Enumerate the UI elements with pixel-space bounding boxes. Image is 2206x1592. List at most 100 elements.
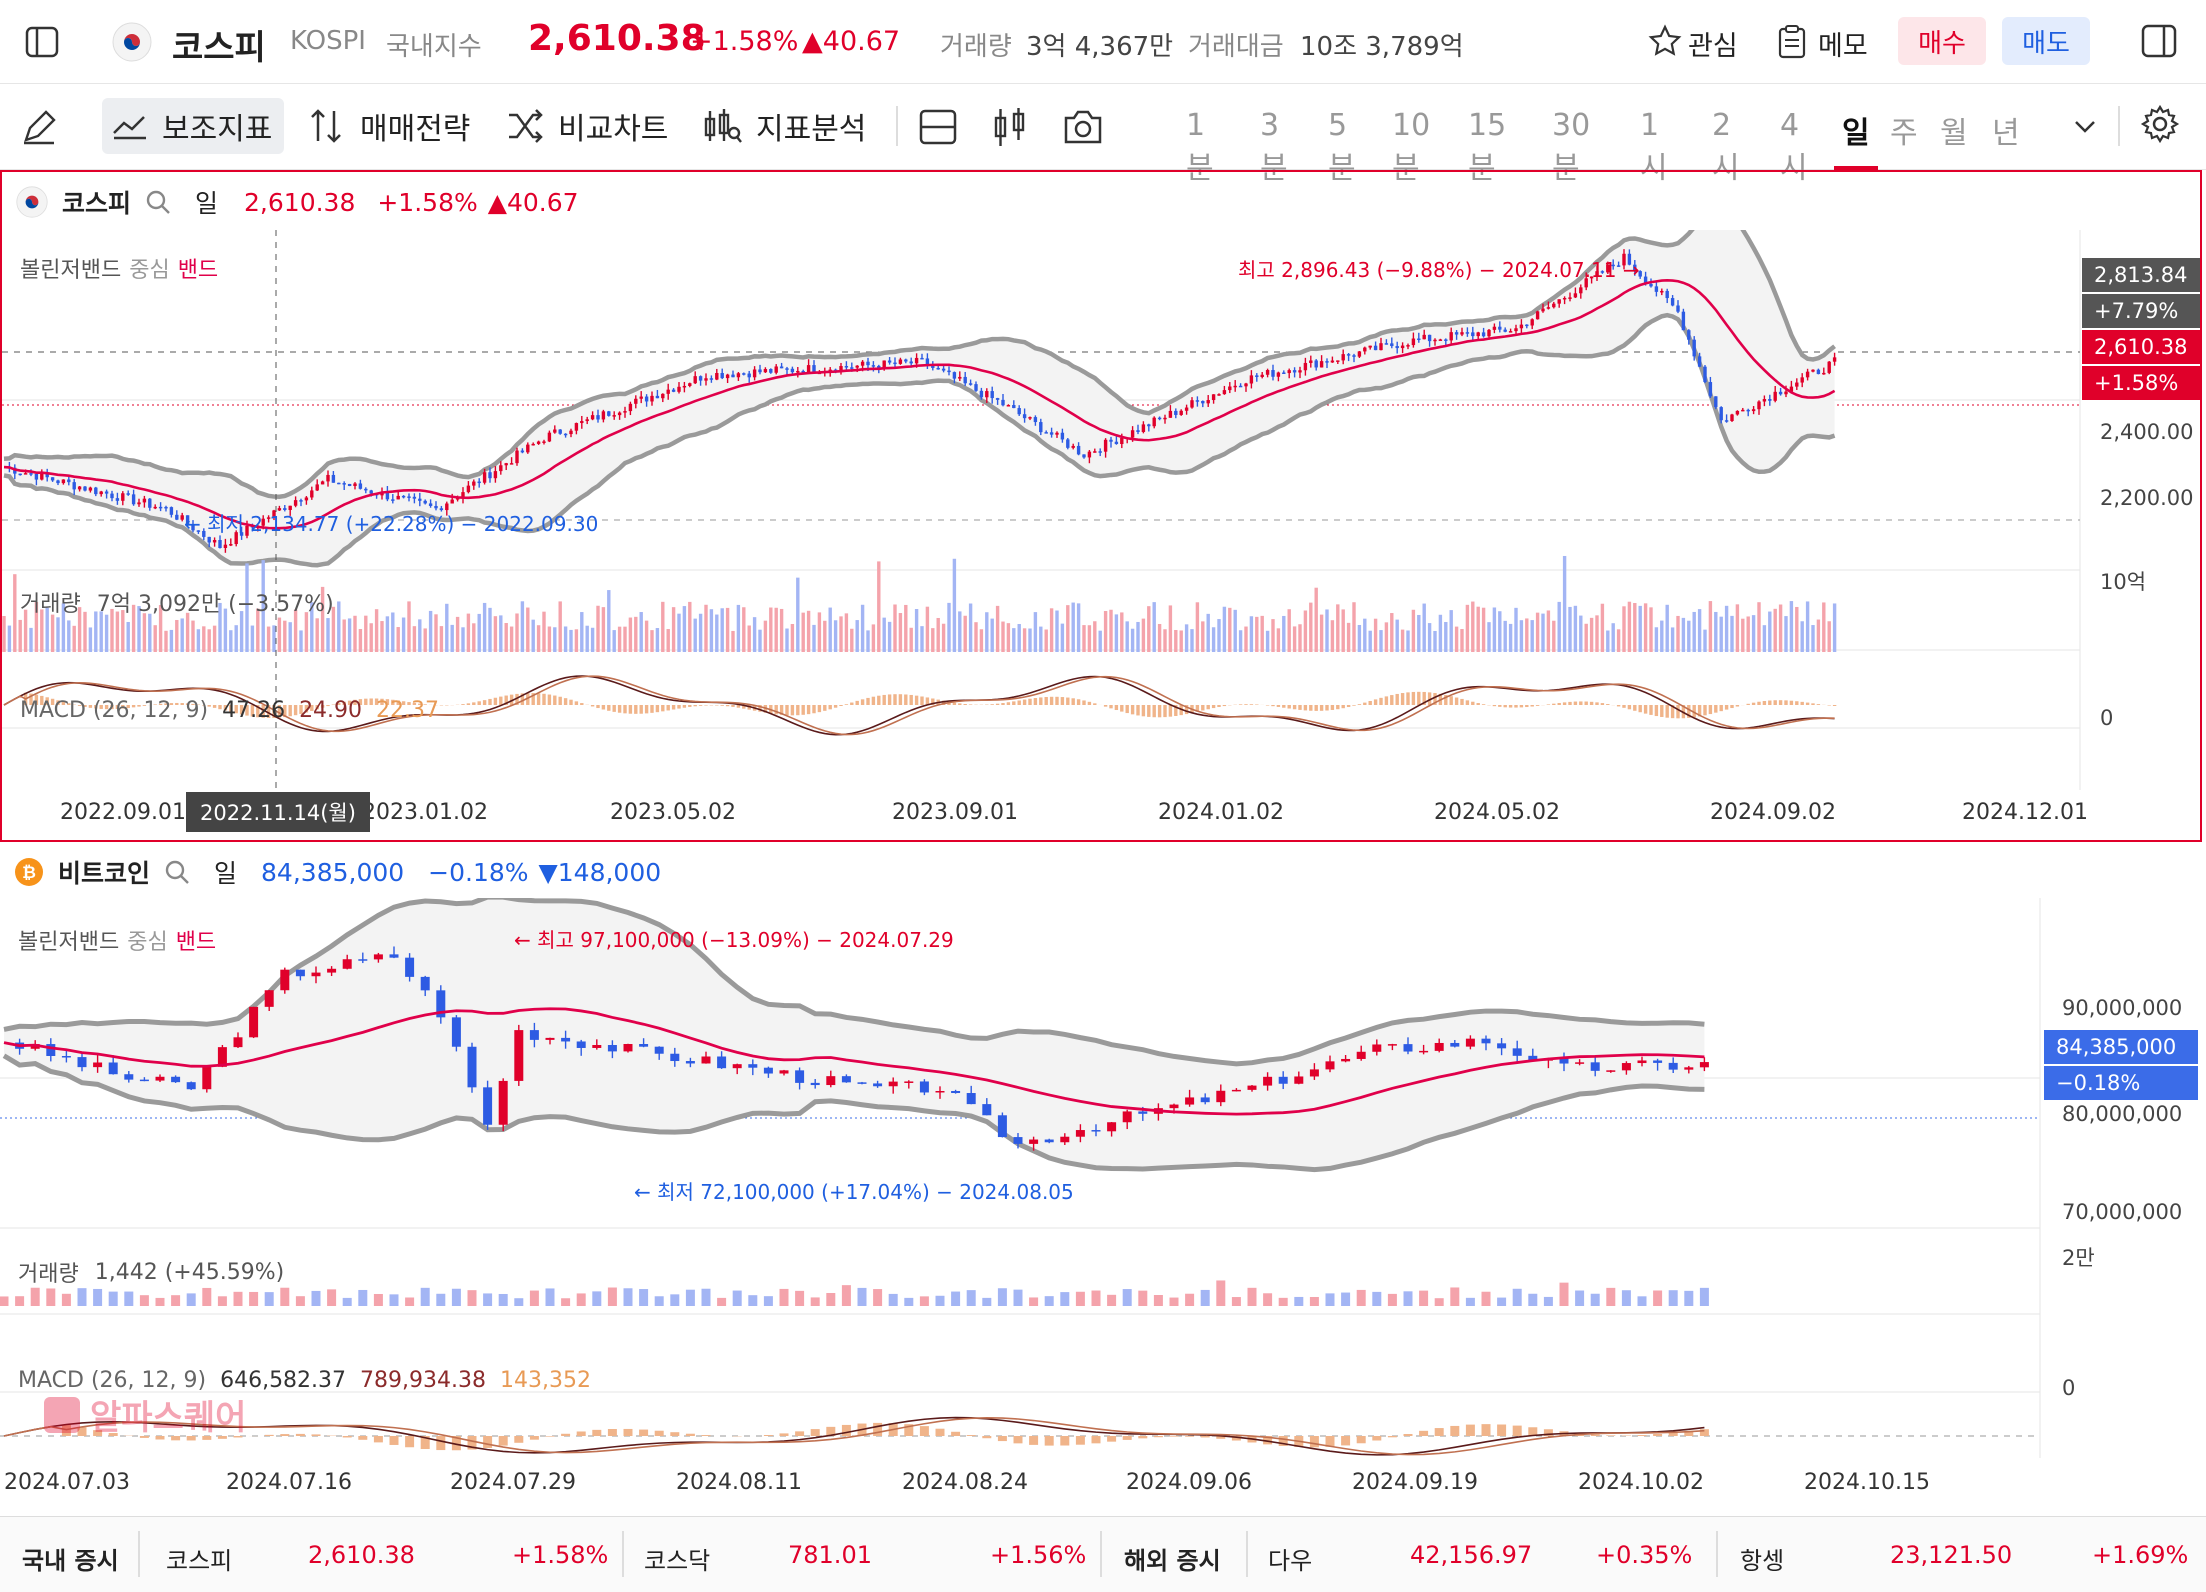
kospi-period[interactable]: 일	[195, 184, 218, 220]
btc-panel-header: ₿ 비트코인 일 84,385,000 −0.18% ▼148,000	[14, 854, 661, 890]
candle-body	[1109, 439, 1113, 442]
macd-histogram-bar	[1055, 696, 1059, 705]
macd-histogram-bar	[1492, 705, 1497, 707]
macd-histogram-bar	[601, 705, 606, 710]
volume-bar	[607, 590, 611, 652]
search-icon[interactable]	[164, 859, 190, 885]
candle-body	[1417, 338, 1421, 341]
gear-icon[interactable]	[2140, 104, 2180, 144]
volume-bar	[1637, 1296, 1647, 1306]
btc-last-value: 84,385,000	[2044, 1030, 2198, 1064]
buy-button[interactable]: 매수	[1898, 17, 1986, 65]
candle-body	[515, 450, 519, 464]
btc-chart-panel[interactable]: ₿ 비트코인 일 84,385,000 −0.18% ▼148,000 볼린저밴…	[0, 846, 2206, 1516]
kospi-chart-panel[interactable]: 코스피 일 2,610.38 +1.58% ▲40.67 볼린저밴드 중심 밴드…	[0, 170, 2202, 842]
tab-timeframe[interactable]: 일	[1834, 108, 1878, 170]
btc-period[interactable]: 일	[214, 854, 237, 890]
macd-histogram-bar	[736, 705, 741, 708]
volume-bar	[558, 601, 562, 652]
volume-bar	[342, 619, 346, 652]
macd-histogram-bar	[844, 704, 849, 705]
macd-histogram-bar	[1087, 701, 1092, 705]
volume-bar	[1708, 601, 1713, 652]
tab-timeframe[interactable]: 주	[1890, 108, 1918, 152]
candle-body	[18, 473, 22, 476]
macd-histogram-bar	[1730, 705, 1734, 709]
kosdaq-ticker-name[interactable]: 코스닥	[644, 1541, 710, 1576]
macd-histogram-bar	[1044, 1436, 1054, 1446]
candle-body	[472, 481, 476, 486]
candle-body	[34, 473, 39, 480]
volume-bar	[839, 616, 843, 652]
macd-histogram-bar	[1400, 693, 1405, 705]
macd-histogram-bar	[871, 696, 876, 705]
kospi-ticker-name[interactable]: 코스피	[166, 1541, 232, 1576]
compare-button[interactable]: 비교차트	[506, 98, 668, 154]
macd-histogram-bar	[1735, 705, 1740, 707]
volume-bar	[1390, 613, 1394, 652]
volume-bar	[1071, 602, 1075, 652]
date-tick-label: 2024.08.24	[902, 1470, 1028, 1495]
volume-bar	[46, 1288, 56, 1306]
candlestick-icon[interactable]	[992, 106, 1028, 148]
tab-timeframe[interactable]: 월	[1940, 108, 1968, 152]
candle-body	[1579, 287, 1583, 294]
kospi-axis-label: 2,400.00	[2100, 420, 2194, 444]
sell-button[interactable]: 매도	[2002, 17, 2090, 65]
candle-body	[1450, 1042, 1460, 1047]
volume-bar	[888, 1293, 898, 1306]
chevron-down-icon[interactable]	[2072, 114, 2098, 138]
dow-ticker-name[interactable]: 다우	[1268, 1541, 1312, 1576]
volume-bar	[1400, 629, 1405, 652]
candle-body	[717, 1056, 727, 1069]
star-icon[interactable]	[1648, 24, 1682, 58]
candle-body	[131, 494, 136, 505]
candle-body	[596, 415, 600, 420]
volume-bar	[30, 1287, 40, 1306]
memo-button[interactable]: 메모	[1818, 24, 1868, 63]
candle-body	[1103, 439, 1108, 452]
volume-bar	[871, 624, 876, 652]
btc-chart-canvas[interactable]	[0, 898, 2206, 1508]
btc-bb-label: 볼린저밴드	[18, 930, 120, 955]
candle-body	[299, 500, 303, 502]
macd-histogram-bar	[682, 705, 687, 708]
macd-histogram-bar	[1649, 705, 1653, 715]
volume-bar	[504, 623, 508, 652]
analysis-button[interactable]: 지표분석	[702, 98, 866, 154]
camera-icon[interactable]	[1062, 108, 1104, 146]
volume-bar	[1552, 620, 1556, 652]
search-icon[interactable]	[145, 189, 171, 215]
macd-histogram-bar	[1292, 705, 1297, 710]
volume-bar	[1492, 607, 1497, 652]
strategy-button[interactable]: 매매전략	[308, 98, 470, 154]
tab-timeframe[interactable]: 년	[1992, 108, 2020, 152]
volume-bar	[1535, 612, 1540, 652]
volume-bar	[326, 618, 330, 652]
macd-histogram-bar	[1387, 1436, 1397, 1438]
layout-split-icon[interactable]	[918, 108, 958, 146]
watch-button[interactable]: 관심	[1688, 24, 1738, 63]
macd-histogram-bar	[1816, 704, 1821, 705]
stock-code: KOSPI	[290, 26, 366, 56]
candle-body	[1006, 405, 1011, 407]
date-tick-label: 2024.09.19	[1352, 1470, 1478, 1495]
macd-histogram-bar	[1346, 705, 1351, 708]
volume-bar	[1091, 1290, 1101, 1306]
right-panel-icon[interactable]	[2140, 22, 2178, 60]
kospi-panel-change-amt: ▲40.67	[487, 187, 579, 217]
change-amount: ▲40.67	[802, 26, 901, 57]
macd-histogram-bar	[1660, 705, 1664, 717]
volume-bar	[685, 1289, 695, 1306]
candle-body	[542, 441, 546, 443]
sidebar-toggle-icon[interactable]	[22, 22, 62, 62]
candle-body	[709, 378, 714, 380]
aux-indicator-button[interactable]: 보조지표	[102, 98, 284, 154]
volume-bar	[1255, 616, 1259, 652]
candle-body	[1795, 382, 1799, 387]
macd-histogram-bar	[795, 1431, 805, 1436]
memo-icon[interactable]	[1776, 24, 1808, 60]
hangseng-ticker-name[interactable]: 항셍	[1740, 1541, 1784, 1576]
draw-pen-icon[interactable]	[20, 108, 58, 146]
volume-bar	[601, 607, 606, 652]
